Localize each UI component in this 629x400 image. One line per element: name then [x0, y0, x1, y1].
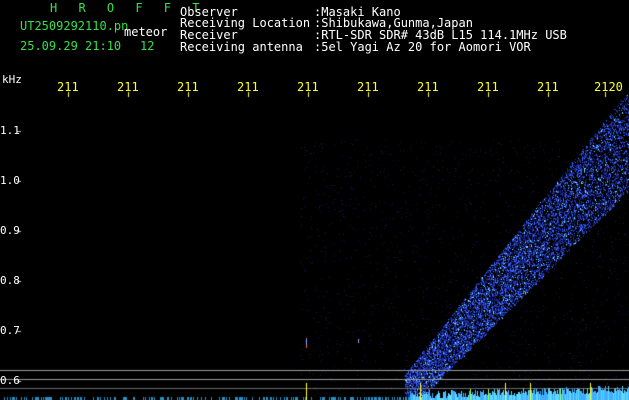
time-tick-label: 211 — [237, 80, 259, 94]
time-tick-label: 211 — [537, 80, 559, 94]
mode-label: meteor — [124, 25, 168, 39]
time-tick-label: 2120 — [594, 80, 623, 94]
time-tick-label: 211 — [117, 80, 139, 94]
frequency-unit-label: kHz — [2, 73, 22, 86]
date-time: 25.09.29 21:10 — [20, 39, 122, 53]
time-tick-label: 211 — [297, 80, 319, 94]
time-tick-label: 211 — [357, 80, 379, 94]
time-tick-label: 211 — [57, 80, 79, 94]
antenna-value: :5el Yagi Az 20 for Aomori VOR — [314, 40, 531, 54]
y-tick-label: 0.8 — [0, 274, 20, 287]
y-tick-label: 0.6 — [0, 374, 20, 387]
time-tick-label: 211 — [177, 80, 199, 94]
count-value: 12 — [140, 39, 155, 53]
file-name: UT2509292110.pn — [20, 19, 129, 33]
time-tick-label: 211 — [477, 80, 499, 94]
y-tick-label: 1.1 — [0, 124, 20, 137]
time-tick-label: 211 — [417, 80, 439, 94]
antenna-label: Receiving antenna — [180, 40, 303, 54]
y-tick-label: 0.7 — [0, 324, 20, 337]
y-tick-label: 1.0 — [0, 174, 20, 187]
y-tick-label: 0.9 — [0, 224, 20, 237]
spectrogram-canvas — [0, 0, 629, 400]
spectrogram-screen: H R O F F T UT2509292110.pn meteor 25.09… — [0, 0, 629, 400]
